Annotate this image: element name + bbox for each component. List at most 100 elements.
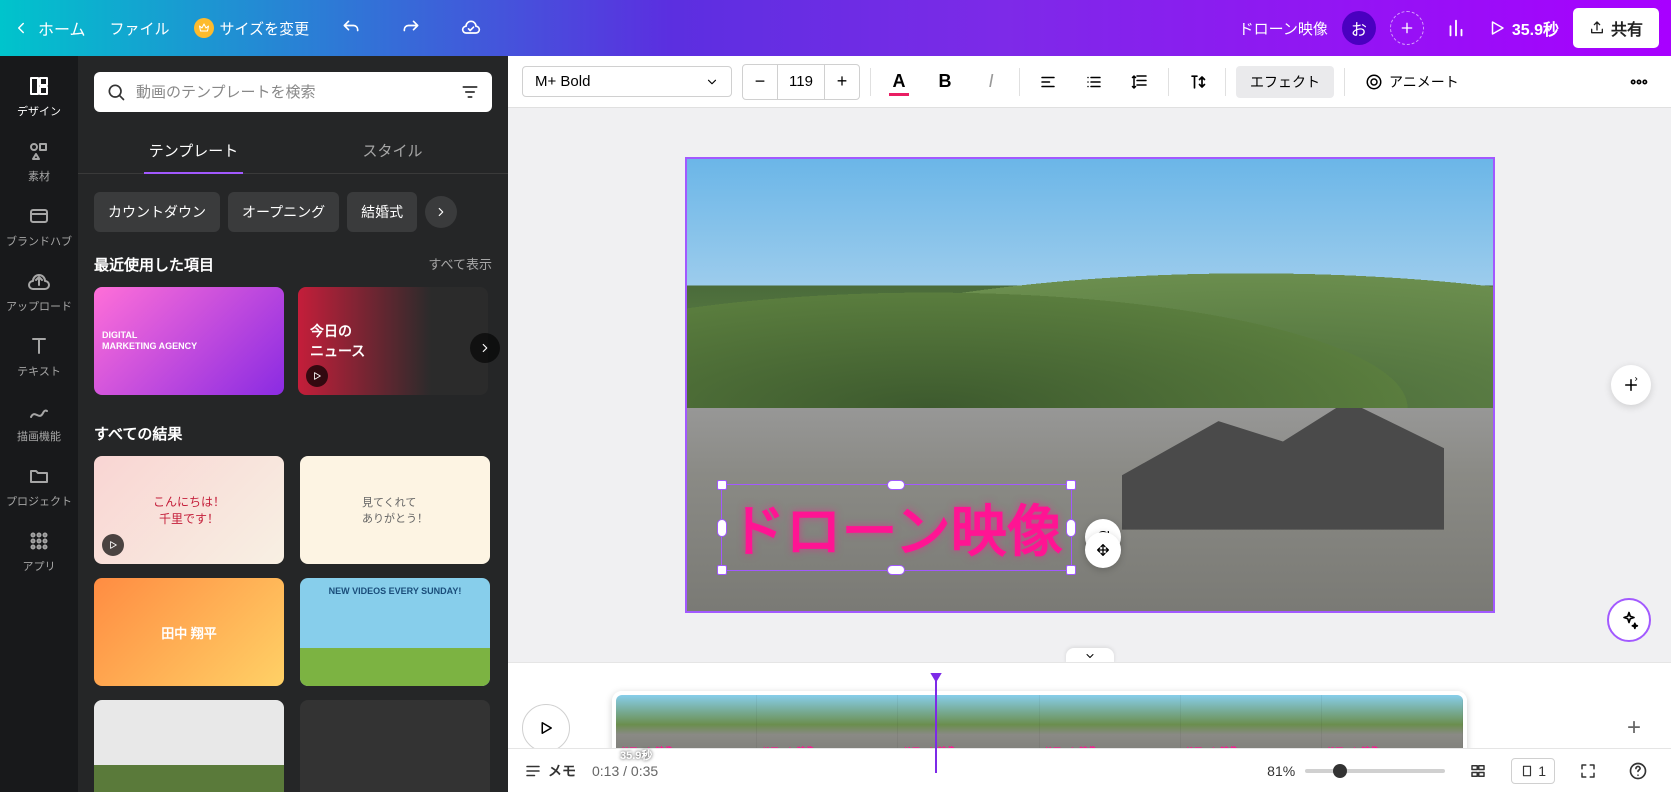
rail-upload-label: アップロード	[6, 298, 72, 314]
add-clip-button[interactable]: +	[1611, 705, 1657, 751]
page-count-button[interactable]: 1	[1511, 758, 1555, 784]
fullscreen-button[interactable]	[1571, 754, 1605, 788]
template-thumb[interactable]	[300, 700, 490, 792]
text-color-button[interactable]: A	[881, 64, 917, 100]
rail-brandhub[interactable]: ブランドハブ	[0, 194, 78, 259]
animate-button[interactable]: アニメート	[1355, 66, 1469, 98]
crown-icon	[194, 18, 214, 38]
duration-label: 35.9秒	[1512, 16, 1559, 40]
align-button[interactable]	[1030, 64, 1066, 100]
effects-button[interactable]: エフェクト	[1236, 66, 1334, 98]
ai-assistant-button[interactable]	[1607, 598, 1651, 642]
help-button[interactable]	[1621, 754, 1655, 788]
italic-button[interactable]: I	[973, 64, 1009, 100]
size-decrease-button[interactable]: −	[743, 65, 777, 99]
rail-design[interactable]: デザイン	[0, 64, 78, 129]
rail-elements[interactable]: 素材	[0, 129, 78, 194]
share-label: 共有	[1611, 16, 1643, 40]
resize-button[interactable]: サイズを変更	[194, 18, 310, 39]
resize-handle[interactable]	[717, 519, 727, 537]
video-canvas[interactable]: ドローン映像	[685, 157, 1495, 613]
template-thumb[interactable]: NEW VIDEOS EVERY SUNDAY!	[300, 578, 490, 686]
timeline-play-button[interactable]	[522, 704, 570, 752]
filter-icon[interactable]	[460, 82, 480, 102]
play-icon	[306, 365, 328, 387]
redo-button[interactable]	[393, 10, 429, 46]
editor-area: M+ Bold − + A B I エフェクト アニメート	[508, 56, 1671, 792]
font-size-control: − +	[742, 64, 860, 100]
thumb-text: 千里です！	[159, 510, 219, 527]
rail-text[interactable]: テキスト	[0, 324, 78, 389]
analytics-button[interactable]	[1438, 10, 1474, 46]
collapse-timeline-button[interactable]	[1066, 648, 1114, 662]
play-icon	[102, 534, 124, 556]
tab-styles[interactable]: スタイル	[293, 128, 492, 173]
notes-label: メモ	[548, 761, 576, 781]
search-input[interactable]	[136, 84, 460, 101]
home-button[interactable]: ホーム	[12, 16, 86, 40]
thumb-text: ありがとう！	[362, 513, 428, 525]
resize-handle[interactable]	[887, 565, 905, 575]
file-menu[interactable]: ファイル	[110, 18, 170, 39]
rail-upload[interactable]: アップロード	[0, 259, 78, 324]
resize-handle[interactable]	[1066, 565, 1076, 575]
all-results-title: すべての結果	[94, 423, 182, 444]
resize-handle[interactable]	[1066, 519, 1076, 537]
share-button[interactable]: 共有	[1573, 8, 1659, 48]
add-page-button[interactable]	[1611, 365, 1651, 405]
notes-button[interactable]: メモ	[524, 761, 576, 781]
text-element-selected[interactable]: ドローン映像	[721, 484, 1072, 571]
rail-brandhub-label: ブランドハブ	[6, 233, 72, 249]
template-thumb[interactable]: 今日のニュース	[298, 287, 488, 395]
playhead[interactable]	[935, 677, 937, 773]
project-title[interactable]: ドローン映像	[1239, 18, 1328, 39]
template-thumb[interactable]: DIGITALMARKETING AGENCY	[94, 287, 284, 395]
thumb-text: 見てくれて	[362, 497, 416, 509]
user-avatar[interactable]: お	[1342, 11, 1376, 45]
template-thumb[interactable]: こんにちは！千里です！	[94, 456, 284, 564]
rail-projects[interactable]: プロジェクト	[0, 454, 78, 519]
templates-panel: テンプレート スタイル カウントダウン オープニング 結婚式 最近使用した項目 …	[78, 56, 508, 792]
tab-templates[interactable]: テンプレート	[94, 128, 293, 173]
cloud-sync-icon[interactable]	[453, 10, 489, 46]
bold-button[interactable]: B	[927, 64, 963, 100]
chip-wedding[interactable]: 結婚式	[347, 192, 417, 232]
template-thumb[interactable]: 見てくれてありがとう！	[300, 456, 490, 564]
timecode: 0:13 / 0:35	[592, 763, 658, 779]
spacing-button[interactable]	[1122, 64, 1158, 100]
resize-handle[interactable]	[887, 480, 905, 490]
resize-handle[interactable]	[717, 480, 727, 490]
text-toolbar: M+ Bold − + A B I エフェクト アニメート	[508, 56, 1671, 108]
thumbs-next-button[interactable]	[470, 333, 500, 363]
font-size-input[interactable]	[777, 65, 825, 99]
grid-view-button[interactable]	[1461, 754, 1495, 788]
zoom-slider[interactable]	[1305, 769, 1445, 773]
list-button[interactable]	[1076, 64, 1112, 100]
rail-design-label: デザイン	[17, 103, 61, 119]
add-member-button[interactable]	[1390, 11, 1424, 45]
canvas-text-content: ドローン映像	[730, 487, 1063, 568]
undo-button[interactable]	[333, 10, 369, 46]
more-options-button[interactable]	[1621, 64, 1657, 100]
panel-tabs: テンプレート スタイル	[78, 128, 508, 174]
template-thumb[interactable]	[94, 700, 284, 792]
search-icon	[106, 82, 126, 102]
rail-apps[interactable]: アプリ	[0, 519, 78, 584]
chips-next-button[interactable]	[425, 196, 457, 228]
rail-draw[interactable]: 描画機能	[0, 389, 78, 454]
preview-play-button[interactable]: 35.9秒	[1488, 16, 1559, 40]
vertical-text-button[interactable]	[1179, 64, 1215, 100]
move-button[interactable]	[1085, 532, 1121, 568]
size-increase-button[interactable]: +	[825, 65, 859, 99]
chip-countdown[interactable]: カウントダウン	[94, 192, 220, 232]
font-selector[interactable]: M+ Bold	[522, 66, 732, 97]
see-all-recent[interactable]: すべて表示	[428, 254, 492, 275]
resize-handle[interactable]	[1066, 480, 1076, 490]
template-thumb[interactable]: 田中 翔平	[94, 578, 284, 686]
chip-opening[interactable]: オープニング	[228, 192, 339, 232]
resize-handle[interactable]	[717, 565, 727, 575]
category-chips: カウントダウン オープニング 結婚式	[78, 174, 508, 244]
rail-text-label: テキスト	[17, 363, 61, 379]
font-name: M+ Bold	[535, 73, 590, 90]
rail-elements-label: 素材	[28, 168, 50, 184]
